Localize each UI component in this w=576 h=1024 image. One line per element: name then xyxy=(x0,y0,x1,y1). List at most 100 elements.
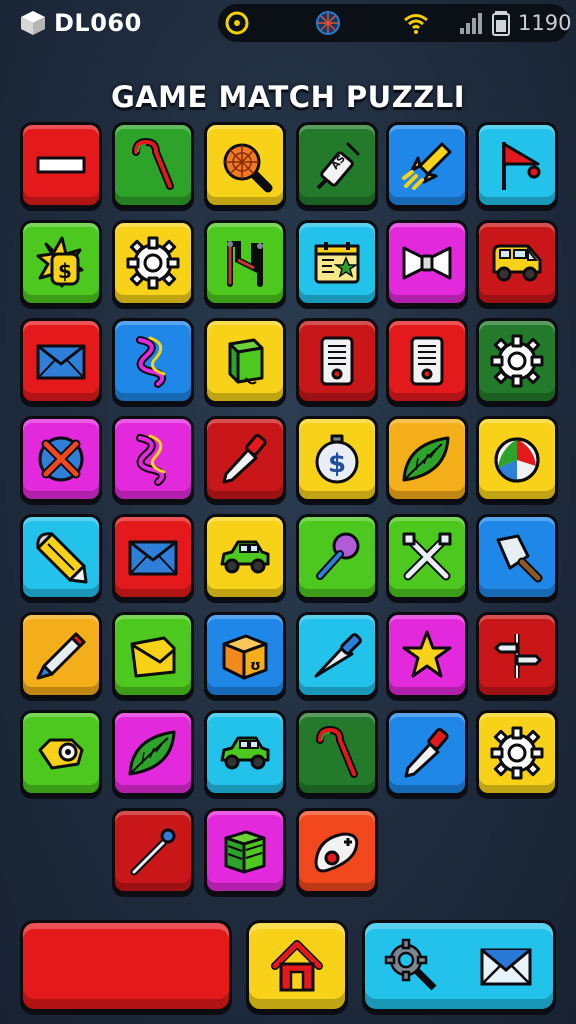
minus-bar-icon xyxy=(36,156,86,174)
circle-status-icon xyxy=(225,11,249,35)
battery-icon xyxy=(492,11,510,36)
tile-r1-c5[interactable] xyxy=(386,122,468,208)
tile-r8-c3[interactable] xyxy=(204,808,286,894)
tile-r2-c5[interactable] xyxy=(386,220,468,306)
signpost-icon xyxy=(494,634,542,678)
tile-r7-c3[interactable] xyxy=(204,710,286,796)
tile-r2-c3[interactable] xyxy=(204,220,286,306)
tile-r2-c6[interactable] xyxy=(476,220,558,306)
gear-icon xyxy=(126,236,180,290)
ribbon-icon xyxy=(136,434,167,486)
tile-r3-c4[interactable] xyxy=(296,318,378,404)
device-icon xyxy=(320,336,354,386)
svg-text:ʊ: ʊ xyxy=(250,658,261,674)
tile-r8-c4[interactable] xyxy=(296,808,378,894)
signal-icon xyxy=(460,13,482,34)
tile-r6-c1[interactable] xyxy=(20,612,102,698)
ribbon-icon xyxy=(136,336,167,388)
tile-r5-c3[interactable] xyxy=(204,514,286,600)
tile-r7-c2[interactable] xyxy=(112,710,194,796)
calendar-icon xyxy=(314,242,360,284)
tile-r5-c1[interactable] xyxy=(20,514,102,600)
tile-r4-c5[interactable] xyxy=(386,416,468,502)
tile-r2-c4[interactable] xyxy=(296,220,378,306)
tile-r5-c5[interactable] xyxy=(386,514,468,600)
dollar-tag-icon: $ xyxy=(36,236,84,288)
tile-r1-c3[interactable] xyxy=(204,122,286,208)
envelope-icon xyxy=(128,540,178,576)
beach-ball-icon xyxy=(494,437,540,483)
blade-icon xyxy=(314,633,362,678)
bullet-icon xyxy=(36,532,88,584)
tile-r7-c5[interactable] xyxy=(386,710,468,796)
tile-r3-c6[interactable] xyxy=(476,318,558,404)
status-title: DL060 xyxy=(54,9,142,37)
tile-r6-c6[interactable] xyxy=(476,612,558,698)
tile-r7-c6[interactable] xyxy=(476,710,558,796)
wallet-icon xyxy=(130,636,176,678)
tile-r2-c2[interactable] xyxy=(112,220,194,306)
tile-r1-c1[interactable] xyxy=(20,122,102,208)
status-left: DL060 xyxy=(18,8,142,38)
car-icon xyxy=(220,736,270,770)
home-button[interactable] xyxy=(246,920,348,1012)
thermometer-icon xyxy=(314,832,359,873)
tile-r1-c4[interactable]: AS xyxy=(296,122,378,208)
cane-icon xyxy=(316,725,358,778)
rocket-icon xyxy=(402,142,452,190)
page-title: GAME MATCH PUZZLI xyxy=(110,80,466,114)
tile-r7-c4[interactable] xyxy=(296,710,378,796)
magnifier-web-icon xyxy=(223,143,273,193)
needle-icon xyxy=(130,828,176,876)
microphone-icon xyxy=(316,532,360,580)
star-icon xyxy=(402,630,452,678)
status-bar: DL060 1190 xyxy=(0,0,576,46)
device-icon xyxy=(410,336,444,386)
tile-r4-c6[interactable] xyxy=(476,416,558,502)
camera-icon xyxy=(38,738,84,770)
tile-r6-c3[interactable]: ʊ xyxy=(204,612,286,698)
tile-r8-c2[interactable] xyxy=(112,808,194,894)
svg-text:$: $ xyxy=(58,259,72,283)
cane-icon xyxy=(132,137,174,190)
status-clock: 1190 xyxy=(518,11,572,35)
primary-action-button[interactable] xyxy=(20,920,232,1012)
tile-r3-c1[interactable] xyxy=(20,318,102,404)
car-icon xyxy=(220,540,270,574)
dollar-clock-icon: $ xyxy=(315,434,359,484)
tile-r3-c3[interactable] xyxy=(204,318,286,404)
flag-icon xyxy=(502,142,541,190)
tile-r4-c3[interactable] xyxy=(204,416,286,502)
tile-r5-c2[interactable] xyxy=(112,514,194,600)
tile-r4-c2[interactable] xyxy=(112,416,194,502)
tile-r6-c2[interactable] xyxy=(112,612,194,698)
tile-r5-c6[interactable] xyxy=(476,514,558,600)
tile-r3-c5[interactable] xyxy=(386,318,468,404)
pencil-icon xyxy=(36,632,86,680)
tile-r4-c4[interactable]: $ xyxy=(296,416,378,502)
box-icon: ʊ xyxy=(222,634,268,680)
tile-r2-c1[interactable]: $ xyxy=(20,220,102,306)
settings-mail-button[interactable] xyxy=(362,920,556,1012)
cube-icon xyxy=(21,11,45,35)
cleaver-icon xyxy=(496,534,543,583)
tile-r7-c1[interactable] xyxy=(20,710,102,796)
envelope-icon xyxy=(36,344,86,380)
tile-r1-c6[interactable] xyxy=(476,122,558,208)
status-pill: 1190 xyxy=(218,4,572,42)
tile-r4-c1[interactable] xyxy=(20,416,102,502)
tile-r6-c4[interactable] xyxy=(296,612,378,698)
settings-search-icon xyxy=(384,938,437,991)
clamp-icon xyxy=(227,241,263,287)
tile-r1-c2[interactable] xyxy=(112,122,194,208)
wifi-icon xyxy=(404,14,428,34)
globe-icon xyxy=(316,11,340,35)
book-cube-icon xyxy=(224,830,266,874)
tile-r3-c2[interactable] xyxy=(112,318,194,404)
tile-r5-c4[interactable] xyxy=(296,514,378,600)
svg-text:$: $ xyxy=(328,449,346,479)
gear-icon xyxy=(490,726,544,780)
gear-icon xyxy=(490,334,544,388)
tile-r6-c5[interactable] xyxy=(386,612,468,698)
pen-icon xyxy=(404,727,449,778)
